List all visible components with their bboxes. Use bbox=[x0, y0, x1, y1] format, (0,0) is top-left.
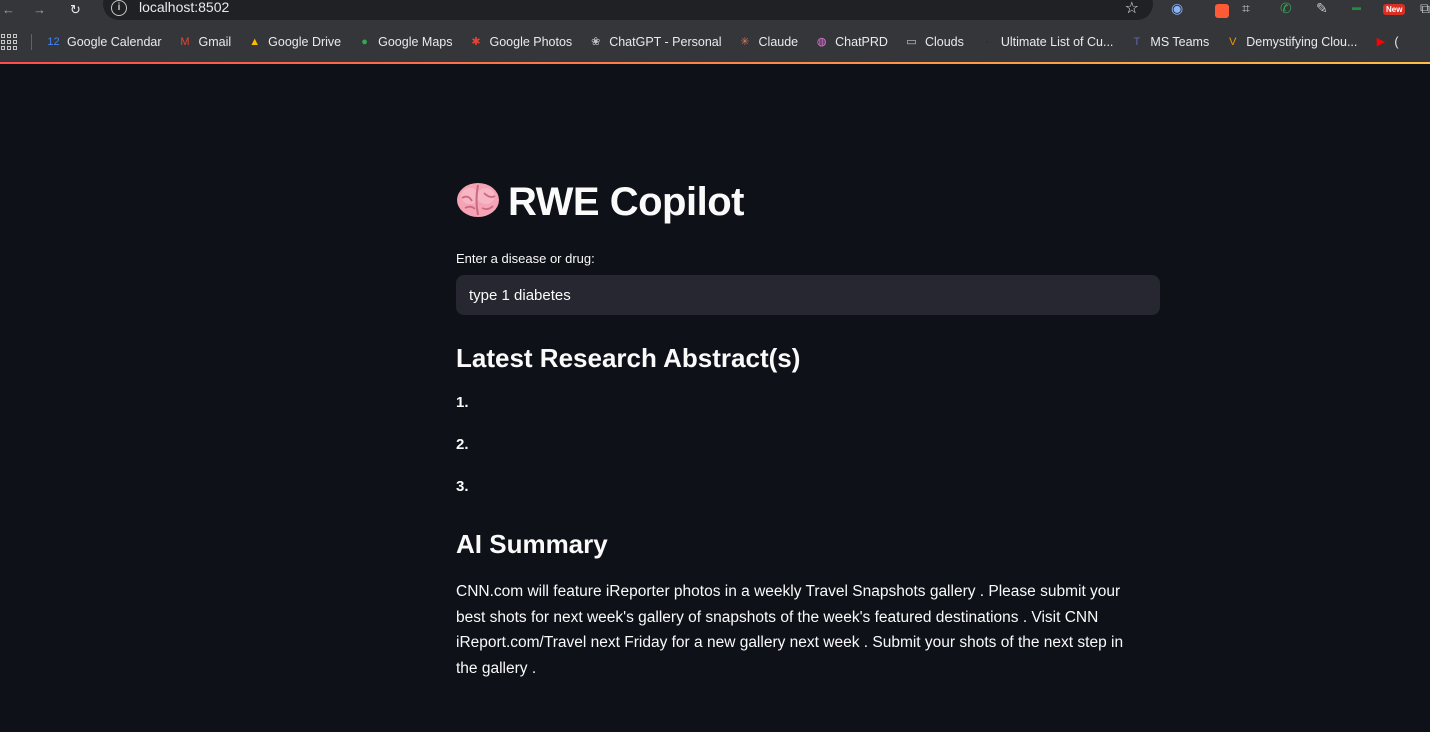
chatprd-icon: ◍ bbox=[816, 35, 827, 48]
bookmark-label: ChatPRD bbox=[835, 35, 888, 49]
gmail-icon: M bbox=[180, 35, 190, 48]
site-info-icon[interactable]: i bbox=[111, 0, 127, 16]
streamlit-decoration-bar bbox=[0, 62, 1430, 64]
drive-icon: ▲ bbox=[249, 35, 261, 48]
bookmark-item[interactable]: ▶( bbox=[1373, 35, 1399, 50]
bookmarks-bar: 12 Google Calendar M Gmail ▲ Google Drive ● Goo… bbox=[0, 22, 1430, 62]
address-bar-url[interactable]: localhost:8502 bbox=[139, 0, 229, 15]
list-item: 1. bbox=[456, 394, 469, 411]
new-badge[interactable]: New bbox=[1383, 4, 1406, 15]
puzzle-icon[interactable]: ⧉ bbox=[1420, 0, 1430, 17]
bookmark-label: Clouds bbox=[924, 35, 964, 49]
bookmark-item[interactable]: T MS Teams bbox=[1129, 35, 1210, 50]
bookmark-item[interactable]: ✳ Claude bbox=[738, 35, 799, 50]
bookmarks-divider bbox=[31, 34, 32, 50]
reload-icon[interactable]: ↻ bbox=[70, 2, 81, 18]
bookmark-label: ( bbox=[1394, 35, 1399, 49]
bookmark-label: Google Maps bbox=[378, 35, 453, 49]
claude-icon: ✳ bbox=[740, 35, 750, 48]
list-item: 2. bbox=[456, 436, 469, 453]
youtube-icon: ▶ bbox=[1376, 35, 1386, 48]
bookmark-label: ChatGPT - Personal bbox=[609, 35, 722, 49]
chatgpt-icon: ❀ bbox=[591, 35, 601, 48]
bookmark-item[interactable]: · Ultimate List of Cu... bbox=[980, 35, 1114, 50]
bookmark-label: Google Calendar bbox=[67, 35, 162, 49]
bookmark-label: Google Photos bbox=[489, 35, 573, 49]
crop-icon[interactable]: ⌗ bbox=[1242, 0, 1250, 17]
bookmark-label: Demystifying Clou... bbox=[1246, 35, 1358, 49]
brain-icon bbox=[457, 183, 499, 217]
bookmark-item[interactable]: ▭ Clouds bbox=[904, 35, 964, 50]
site-icon: · bbox=[985, 35, 990, 48]
bookmark-item[interactable]: ● Google Maps bbox=[357, 35, 452, 50]
ai-summary-heading: AI Summary bbox=[456, 529, 608, 559]
extension-icon[interactable]: ◉ bbox=[1171, 0, 1183, 17]
address-bar[interactable]: i localhost:8502 ☆ bbox=[103, 0, 1153, 20]
bookmark-item[interactable]: ❀ ChatGPT - Personal bbox=[588, 35, 721, 50]
back-icon[interactable]: ← bbox=[2, 2, 15, 17]
forward-icon[interactable]: → bbox=[33, 2, 46, 17]
teams-icon: T bbox=[1133, 35, 1141, 48]
bookmark-item[interactable]: V Demystifying Clou... bbox=[1225, 35, 1357, 50]
extension-red-icon[interactable] bbox=[1215, 4, 1229, 18]
calendar-icon: 12 bbox=[47, 35, 60, 48]
extension-green-icon[interactable]: ▬ bbox=[1352, 2, 1361, 12]
bookmark-label: MS Teams bbox=[1150, 35, 1210, 49]
ai-summary-text: CNN.com will feature iReporter photos in… bbox=[456, 583, 1124, 677]
phone-extension-icon[interactable]: ✆ bbox=[1280, 0, 1292, 17]
photos-icon: ✱ bbox=[471, 35, 481, 48]
disease-input-label: Enter a disease or drug: bbox=[456, 251, 595, 266]
apps-grid-icon[interactable] bbox=[1, 34, 17, 50]
page-title: RWE Copilot bbox=[456, 180, 744, 225]
bookmark-label: Gmail bbox=[198, 35, 232, 49]
bookmark-item[interactable]: 12 Google Calendar bbox=[46, 35, 162, 50]
bookmark-label: Ultimate List of Cu... bbox=[1000, 35, 1114, 49]
bookmark-item[interactable]: ◍ ChatPRD bbox=[814, 35, 888, 50]
abstracts-heading: Latest Research Abstract(s) bbox=[456, 343, 801, 373]
bookmark-label: Google Drive bbox=[268, 35, 342, 49]
bookmark-item[interactable]: ▲ Google Drive bbox=[247, 35, 341, 50]
page-title-text: RWE Copilot bbox=[508, 180, 744, 224]
maps-icon: ● bbox=[361, 35, 368, 48]
pen-icon[interactable]: ✎ bbox=[1316, 0, 1328, 17]
browser-toolbar: ← → ↻ i localhost:8502 ☆ ◉ ⌗ ✆ ✎ ▬ New ⧉ bbox=[0, 0, 1430, 22]
list-item: 3. bbox=[456, 478, 469, 495]
folder-icon: ▭ bbox=[906, 35, 917, 48]
bookmark-star-icon[interactable]: ☆ bbox=[1125, 0, 1139, 18]
bookmark-item[interactable]: M Gmail bbox=[178, 35, 232, 50]
v-icon: V bbox=[1229, 35, 1237, 48]
bookmark-label: Claude bbox=[758, 35, 799, 49]
disease-input[interactable] bbox=[456, 275, 1160, 315]
bookmark-item[interactable]: ✱ Google Photos bbox=[468, 35, 572, 50]
